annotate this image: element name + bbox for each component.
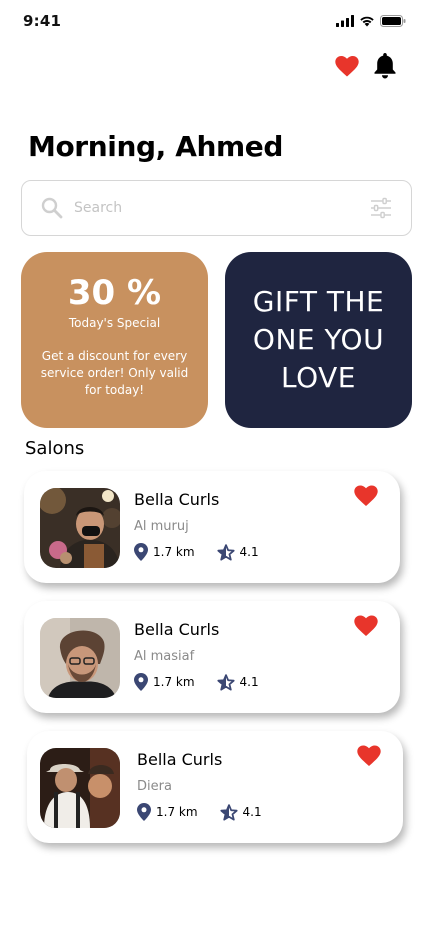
salon-area: Diera	[137, 779, 172, 794]
heart-icon[interactable]	[354, 485, 378, 507]
salon-distance: 1.7 km	[134, 673, 195, 691]
salon-card[interactable]: Bella Curls Al masiaf 1.7 km 4.1	[24, 601, 400, 713]
salon-area: Al muruj	[134, 519, 189, 534]
top-actions	[334, 53, 398, 79]
status-time: 9:41	[23, 12, 62, 30]
star-icon	[219, 803, 238, 821]
salon-distance-value: 1.7 km	[153, 545, 195, 559]
greeting-title: Morning, Ahmed	[28, 130, 284, 163]
salon-name: Bella Curls	[134, 490, 220, 509]
gift-promo-text: GIFT THE ONE YOU LOVE	[252, 285, 385, 394]
salon-meta: 1.7 km 4.1	[134, 543, 259, 561]
salon-meta: 1.7 km 4.1	[137, 803, 262, 821]
bell-icon	[374, 53, 396, 79]
salon-card[interactable]: Bella Curls Diera 1.7 km 4.1	[27, 731, 403, 843]
salon-name: Bella Curls	[137, 750, 223, 769]
salon-name: Bella Curls	[134, 620, 220, 639]
wifi-icon	[360, 16, 374, 27]
salon-distance: 1.7 km	[137, 803, 198, 821]
battery-icon	[380, 15, 406, 27]
search-input[interactable]	[74, 200, 369, 216]
promo-subtitle: Today's Special	[68, 316, 161, 330]
cellular-icon	[336, 15, 354, 27]
star-icon	[216, 543, 235, 561]
salon-area: Al masiaf	[134, 649, 195, 664]
favorites-button[interactable]	[334, 53, 360, 79]
search-icon	[41, 197, 63, 219]
salon-card[interactable]: Bella Curls Al muruj 1.7 km 4.1	[24, 471, 400, 583]
heart-icon[interactable]	[357, 745, 381, 767]
filter-icon[interactable]	[369, 196, 393, 220]
promo-percent: 30 %	[67, 273, 162, 313]
search-bar[interactable]	[21, 180, 412, 236]
salon-photo	[40, 488, 120, 568]
salon-distance-value: 1.7 km	[156, 805, 198, 819]
salon-distance-value: 1.7 km	[153, 675, 195, 689]
location-pin-icon	[134, 673, 148, 691]
salon-rating: 4.1	[216, 543, 259, 561]
heart-icon	[335, 55, 359, 76]
salon-rating-value: 4.1	[239, 675, 259, 689]
discount-promo-card[interactable]: 30 % Today's Special Get a discount for …	[21, 252, 208, 428]
promo-description: Get a discount for every service order! …	[40, 349, 189, 397]
status-icons	[336, 15, 406, 27]
gift-promo-card[interactable]: GIFT THE ONE YOU LOVE	[225, 252, 412, 428]
salon-photo	[40, 748, 120, 828]
location-pin-icon	[134, 543, 148, 561]
salon-meta: 1.7 km 4.1	[134, 673, 259, 691]
salon-rating-value: 4.1	[242, 805, 262, 819]
location-pin-icon	[137, 803, 151, 821]
salon-rating: 4.1	[216, 673, 259, 691]
notifications-button[interactable]	[372, 53, 398, 79]
salon-rating: 4.1	[219, 803, 262, 821]
salon-rating-value: 4.1	[239, 545, 259, 559]
star-icon	[216, 673, 235, 691]
heart-icon[interactable]	[354, 615, 378, 637]
salon-photo	[40, 618, 120, 698]
status-bar: 9:41	[0, 0, 428, 44]
salons-section-title: Salons	[25, 438, 85, 459]
salon-distance: 1.7 km	[134, 543, 195, 561]
